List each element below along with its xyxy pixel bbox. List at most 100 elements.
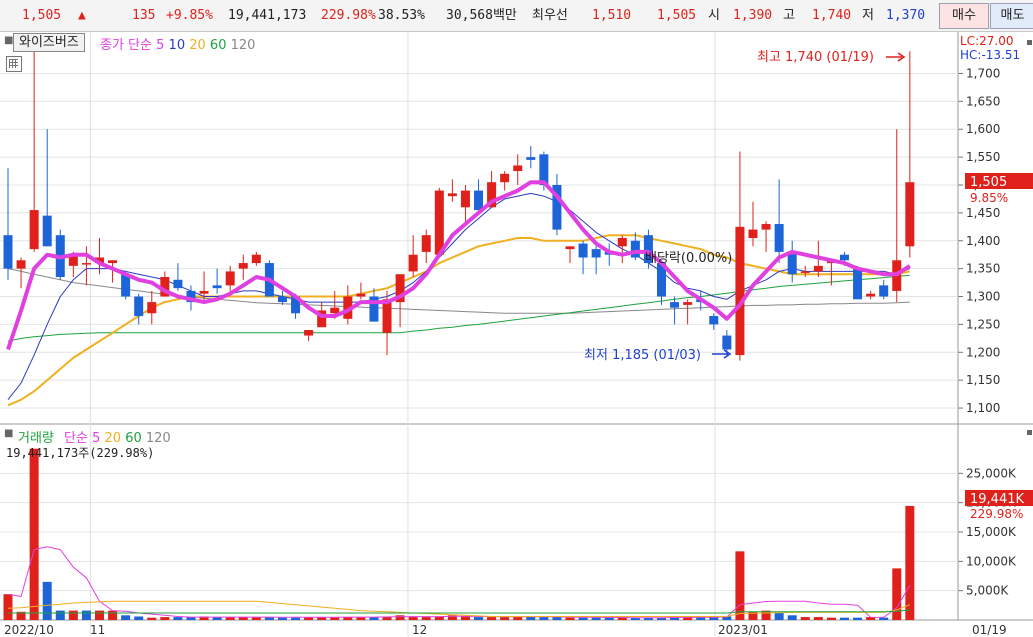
candle-body [3, 235, 13, 269]
candle-body [474, 190, 484, 211]
ma10-legend: 10 [168, 38, 186, 53]
candle-body [879, 285, 889, 297]
candle-body [434, 190, 444, 255]
volume-bar [552, 617, 562, 620]
candle-body [839, 254, 849, 261]
x-axis-label: 2022/10 [4, 623, 54, 637]
candle-body [81, 263, 91, 265]
candle-body [748, 229, 758, 238]
grid-toggle-icon[interactable] [6, 56, 22, 72]
volume-bar [487, 617, 497, 620]
buy-button[interactable]: 매수 [939, 3, 989, 29]
candle-body [330, 307, 340, 314]
low-label: 저 [862, 8, 874, 23]
chart-background [0, 32, 1033, 637]
legend-square-icon: ■ [4, 35, 14, 46]
candle-body [565, 246, 575, 250]
price-tick-label: 1,600 [966, 122, 1000, 136]
volume-tick-label: 10,000K [966, 554, 1017, 568]
candle-body [761, 224, 771, 230]
candle-body [108, 260, 118, 264]
volume-bar [604, 617, 614, 620]
candle-body [813, 265, 823, 272]
volume-bar [578, 617, 588, 620]
best-ask-label: 최우선 [532, 8, 568, 23]
volume-bar [94, 610, 104, 620]
ma20-legend: 20 [189, 38, 206, 53]
volume-bar [173, 617, 183, 620]
ma60-legend: 60 [209, 38, 227, 53]
price-tick-label: 1,650 [966, 94, 1000, 108]
candle-body [225, 271, 235, 286]
candle-body [147, 302, 157, 314]
volume-bar [291, 617, 301, 620]
candle-body [460, 190, 470, 208]
x-axis-label: 12 [412, 623, 427, 637]
price-tick-label: 1,700 [966, 66, 1000, 80]
candle-body [905, 182, 915, 247]
volume-info: 19,441,173주(229.98%) [6, 446, 155, 460]
x-axis-label: 01/19 [972, 623, 1007, 637]
volume-bar [853, 617, 863, 620]
volume-tick-label: 15,000K [966, 525, 1017, 539]
lc-label: LC:27.00 [960, 34, 1013, 48]
high-label: 고 [783, 8, 795, 23]
candle-body [630, 240, 640, 258]
candle-body [42, 215, 52, 247]
price-tick-label: 1,200 [966, 345, 1000, 359]
best-bid-price: 1,505 [657, 8, 697, 23]
volume-pct-tag-label: 229.98% [970, 507, 1023, 521]
candle-body [238, 263, 248, 269]
volume-bar [826, 617, 836, 620]
volume-bar [395, 615, 405, 620]
volume-bar [513, 617, 523, 620]
volume-bar [879, 617, 889, 620]
candle-body [500, 173, 510, 183]
price-tick-label: 1,450 [966, 206, 1000, 220]
up-arrow-icon: ▲ [78, 8, 86, 23]
price-tick-label: 1,300 [966, 290, 1000, 304]
volume-bar [277, 617, 287, 620]
price-legend: 종가 단순 5 10 20 60 120 [100, 34, 255, 53]
price-tick-label: 1,350 [966, 262, 1000, 276]
best-ask-price: 1,510 [592, 8, 632, 23]
panel-resize-handle[interactable] [1027, 40, 1032, 45]
volume-bar [591, 617, 601, 620]
volume-resize-handle[interactable] [1027, 430, 1032, 435]
volume-value: 19,441,173 [228, 8, 307, 23]
turnover-rate: 38.53% [378, 8, 425, 23]
volume-bar [787, 615, 797, 620]
ma5-legend: 5 [156, 38, 165, 53]
volume-bar [500, 617, 510, 620]
volume-bar [81, 610, 91, 620]
volume-bar [55, 610, 65, 620]
stock-name[interactable]: 와이즈버즈 [13, 33, 85, 52]
candle-body [173, 279, 183, 289]
price-tick-label: 1,550 [966, 150, 1000, 164]
volume-bar [134, 616, 144, 620]
candle-body [382, 299, 392, 333]
change-amount: 135 [132, 8, 156, 23]
candle-body [304, 329, 314, 336]
volume-bar [905, 505, 915, 620]
high-price: 1,740 [812, 8, 852, 23]
price-tick-label: 1,150 [966, 373, 1000, 387]
current-price-tag-label: 1,505 [970, 175, 1007, 190]
price-tick-label: 1,400 [966, 234, 1000, 248]
x-axis-label: 11 [90, 623, 105, 637]
sell-button[interactable]: 매도 [990, 3, 1033, 29]
volume-bar [421, 617, 431, 620]
candle-body [735, 226, 745, 356]
volume-bar [108, 610, 118, 620]
volume-bar [121, 615, 131, 620]
volume-bar [3, 594, 13, 620]
volume-bar [839, 617, 849, 620]
volume-bar [813, 617, 823, 620]
volume-bar [160, 617, 170, 620]
candle-body [683, 302, 693, 305]
ex-rights-annotation: 배당락(0.00%) [645, 251, 732, 266]
candle-body [134, 296, 144, 317]
price-legend-title: 종가 단순 [100, 38, 152, 53]
ma120-legend: 120 [230, 38, 256, 53]
stock-chart[interactable]: 1,100 1,150 1,200 1,250 1,300 1,350 1,400 1,450… [0, 32, 1033, 637]
